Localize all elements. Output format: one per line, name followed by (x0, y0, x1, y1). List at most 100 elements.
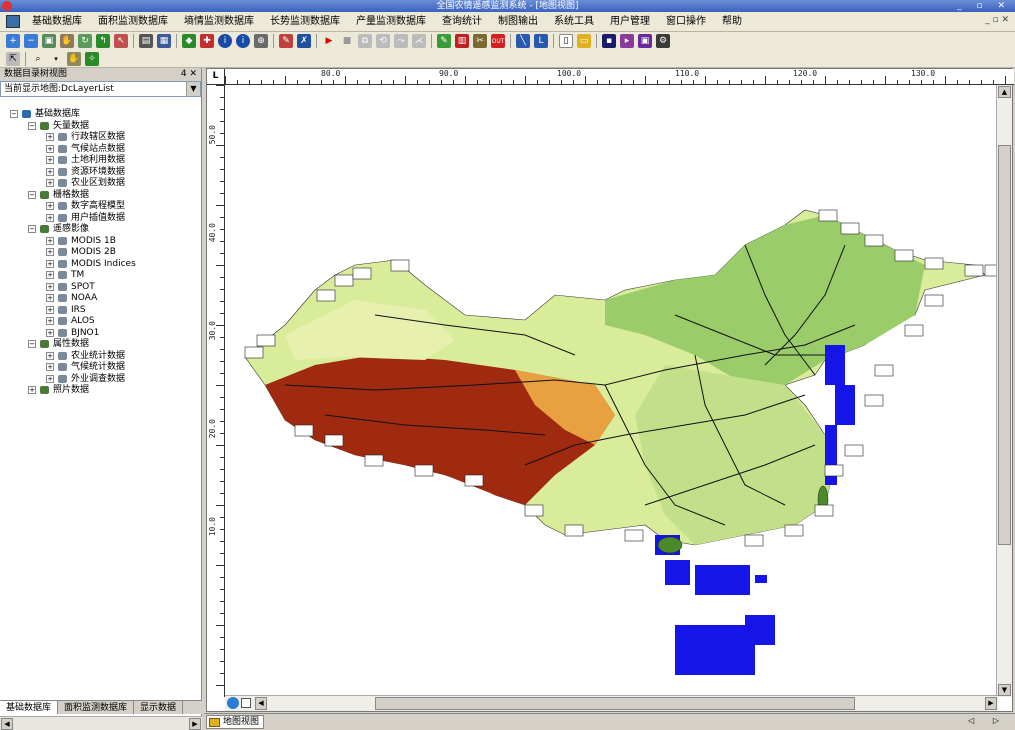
window-controls[interactable]: _ ▫ ✕ (957, 0, 1011, 12)
chevron-down-icon[interactable]: ▼ (186, 82, 200, 96)
tree-node[interactable]: − 属性数据 (28, 338, 89, 350)
tree-node[interactable]: + 用户插值数据 (46, 212, 125, 224)
china-map[interactable] (225, 85, 996, 697)
scroll-left-icon[interactable]: ◀ (1, 718, 13, 730)
scroll-up-icon[interactable]: ▲ (998, 86, 1011, 98)
layout-icon[interactable]: ▥ (455, 34, 469, 48)
back-icon[interactable]: ↰ (96, 34, 110, 48)
collapse-icon[interactable]: − (28, 340, 36, 348)
document-icon[interactable] (6, 15, 20, 28)
expand-icon[interactable]: + (46, 328, 54, 337)
pan-hand-icon[interactable]: ✋ (60, 34, 74, 48)
panel-controls[interactable]: 4 ✕ (181, 68, 197, 81)
map-horizontal-scrollbar[interactable]: ◀ ▶ (225, 695, 998, 711)
add-layer-icon[interactable]: ◆ (182, 34, 196, 48)
identify-icon[interactable]: i (236, 34, 250, 48)
tree-node[interactable]: + IRS (46, 304, 86, 316)
select-icon[interactable]: ↖ (114, 34, 128, 48)
tree-node[interactable]: + MODIS 2B (46, 246, 116, 258)
export-icon[interactable]: ✂ (473, 34, 487, 48)
tree-node[interactable]: + 数字高程模型 (46, 200, 125, 212)
panel-tab[interactable]: 基础数据库 (0, 701, 59, 714)
scroll-right-icon[interactable]: ▶ (189, 718, 201, 730)
panel-tab[interactable]: 显示数据 (134, 701, 184, 714)
page-layout-icon[interactable] (241, 698, 251, 708)
tree-node[interactable]: + 气候站点数据 (46, 143, 125, 155)
tree-node[interactable]: + 农业统计数据 (46, 350, 125, 362)
collapse-icon[interactable]: − (28, 225, 36, 233)
rotate-icon[interactable]: ⟲ (376, 34, 390, 48)
expand-icon[interactable]: + (46, 271, 54, 279)
scroll-right-icon[interactable]: ▶ (985, 697, 997, 710)
full-extent-icon[interactable]: ▣ (42, 34, 56, 48)
tree-node[interactable]: + MODIS Indices (46, 258, 136, 270)
expand-icon[interactable]: + (46, 156, 54, 164)
tree-node[interactable]: + 外业调查数据 (46, 373, 125, 385)
save-icon[interactable]: ▪ (602, 34, 616, 48)
menu-item[interactable]: 系统工具 (546, 12, 602, 32)
menu-item[interactable]: 制图输出 (490, 12, 546, 32)
collapse-icon[interactable]: − (28, 190, 36, 199)
scroll-down-icon[interactable]: ▼ (998, 684, 1011, 696)
globe-icon[interactable] (227, 697, 239, 709)
expand-icon[interactable]: + (46, 133, 54, 141)
expand-icon[interactable]: + (46, 305, 54, 314)
layer-panel-icon[interactable]: ▤ (139, 34, 153, 48)
expand-icon[interactable]: + (46, 294, 54, 302)
menu-item[interactable]: 面积监测数据库 (90, 12, 176, 32)
tree-node[interactable]: + MODIS 1B (46, 235, 116, 247)
tree-node[interactable]: + ALOS (46, 315, 95, 327)
tree-node[interactable]: + BJNO1 (46, 327, 99, 339)
expand-icon[interactable]: + (46, 259, 54, 268)
expand-icon[interactable]: + (28, 386, 36, 394)
menu-item[interactable]: 墒情监测数据库 (176, 12, 262, 32)
vertical-scroll-thumb[interactable] (998, 145, 1011, 545)
play-icon[interactable]: ▶ (322, 34, 336, 48)
expand-icon[interactable]: + (46, 144, 54, 153)
horizontal-scroll-thumb[interactable] (375, 697, 855, 710)
expand-icon[interactable]: + (46, 363, 54, 371)
copy-icon[interactable]: ⧉ (358, 34, 372, 48)
zoom-in-icon[interactable]: + (6, 34, 20, 48)
panel-horizontal-scrollbar[interactable]: ◀ ▶ (0, 716, 202, 730)
stop-icon[interactable]: ■ (340, 34, 354, 48)
menu-item[interactable]: 基础数据库 (24, 12, 90, 32)
collapse-icon[interactable]: − (28, 121, 36, 130)
hand-icon[interactable]: ✋ (67, 51, 81, 66)
tree-node[interactable]: − 遥感影像 (28, 223, 89, 235)
tree-node[interactable]: + 资源环境数据 (46, 166, 125, 178)
tree-node[interactable]: + 土地利用数据 (46, 154, 125, 166)
map-vertical-scrollbar[interactable]: ▲ ▼ (996, 85, 1012, 697)
edit-icon[interactable]: ✎ (279, 34, 293, 48)
tree-node[interactable]: − 栅格数据 (28, 189, 89, 201)
expand-icon[interactable]: + (46, 236, 54, 245)
locate-icon[interactable]: ✚ (200, 34, 214, 48)
tree-node[interactable]: + 照片数据 (28, 384, 89, 396)
magnifier-icon[interactable]: ⌕ (31, 51, 45, 66)
expand-icon[interactable]: + (46, 248, 54, 256)
tree-node[interactable]: + 农业区划数据 (46, 177, 125, 189)
table-icon[interactable]: ▦ (157, 34, 171, 48)
map-view[interactable]: L 80.0 90.0 100.0 110.0 120.0 130.0 50.0 40.0 3… (206, 68, 1014, 712)
expand-icon[interactable]: + (46, 351, 54, 360)
menu-item[interactable]: 用户管理 (602, 12, 658, 32)
tree-node[interactable]: + 气候统计数据 (46, 361, 125, 373)
line-icon[interactable]: ╲ (516, 34, 530, 48)
arrow-icon[interactable]: ⇱ (6, 51, 20, 66)
wand-icon[interactable]: ✧ (85, 51, 99, 66)
expand-icon[interactable]: + (46, 317, 54, 325)
info-icon[interactable]: i (218, 34, 232, 48)
route-icon[interactable]: ⤳ (394, 34, 408, 48)
tree-node[interactable]: − 基础数据库 (10, 108, 80, 120)
scroll-left-icon[interactable]: ◀ (255, 697, 267, 710)
tree-node[interactable]: − 矢量数据 (28, 120, 89, 132)
preview-icon[interactable]: ▣ (638, 34, 652, 48)
expand-icon[interactable]: + (46, 179, 54, 187)
split-icon[interactable]: ⋌ (412, 34, 426, 48)
expand-icon[interactable]: + (46, 374, 54, 383)
paint-icon[interactable]: ✎ (437, 34, 451, 48)
tree-node[interactable]: + SPOT (46, 281, 95, 293)
expand-icon[interactable]: + (46, 202, 54, 210)
current-map-select[interactable]: 当前显示地图:DcLayerList ▼ (0, 81, 201, 97)
menu-item[interactable]: 产量监测数据库 (348, 12, 434, 32)
